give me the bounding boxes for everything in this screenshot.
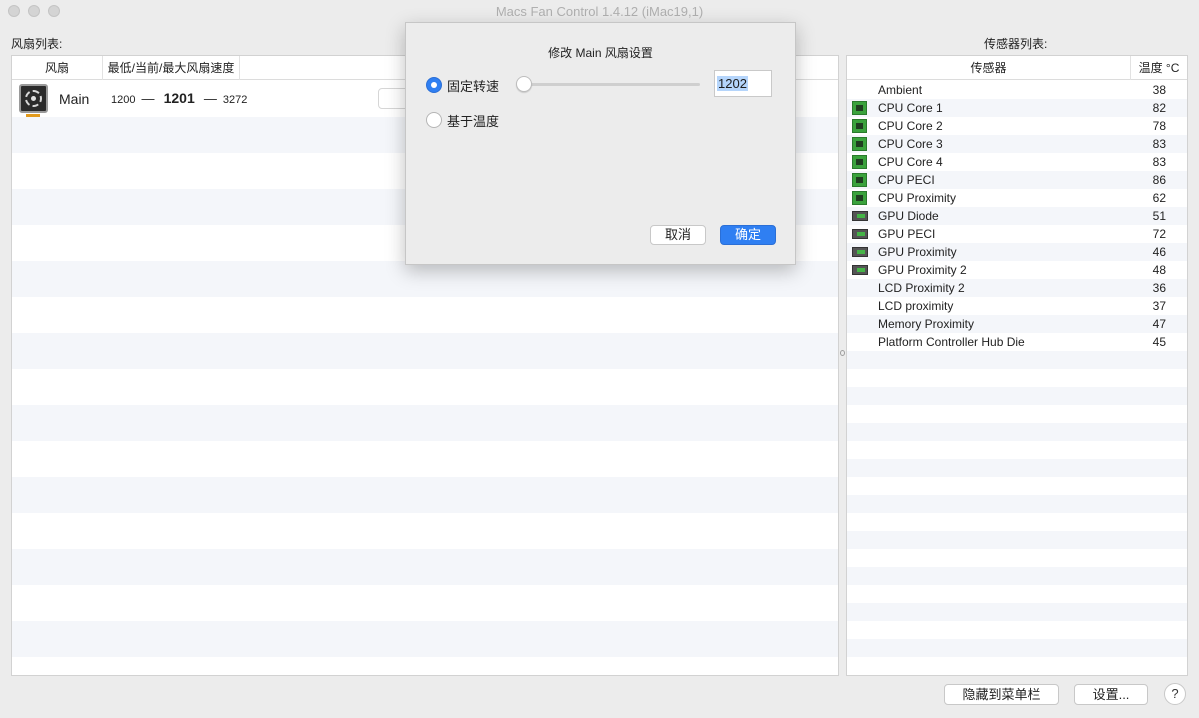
sensor-temperature: 62 xyxy=(1152,191,1166,205)
sensor-temperature: 72 xyxy=(1152,227,1166,241)
speed-slider-knob[interactable] xyxy=(516,76,532,92)
fixed-speed-label[interactable]: 固定转速 xyxy=(447,76,499,95)
title-bar: Macs Fan Control 1.4.12 (iMac19,1) xyxy=(0,0,1199,24)
sensor-name: CPU PECI xyxy=(878,173,935,187)
column-header-fan[interactable]: 风扇 xyxy=(12,56,103,80)
sensor-table[interactable]: 传感器 温度 °C Ambient 38 CPU Core 1 82 CPU Core … xyxy=(846,55,1188,676)
fan-status-indicator xyxy=(26,114,40,117)
table-row[interactable]: GPU Proximity 46 xyxy=(847,243,1187,261)
table-row[interactable]: Platform Controller Hub Die 45 xyxy=(847,333,1187,351)
sensor-name: CPU Core 2 xyxy=(878,119,943,133)
sensor-name: CPU Core 1 xyxy=(878,101,943,115)
sensor-table-header: 传感器 温度 °C xyxy=(847,56,1187,80)
table-row[interactable]: CPU Core 1 82 xyxy=(847,99,1187,117)
fan-speeds: 1200 — 1201 — 3272 xyxy=(111,90,247,106)
sensor-table-body: Ambient 38 CPU Core 1 82 CPU Core 2 78 CPU Cor… xyxy=(847,81,1187,657)
ok-button[interactable]: 确定 xyxy=(720,225,776,245)
sensor-temperature: 45 xyxy=(1152,335,1166,349)
table-row[interactable]: GPU PECI 72 xyxy=(847,225,1187,243)
fan-settings-dialog: 修改 Main 风扇设置 固定转速 1202 基于温度 取消 确定 xyxy=(405,22,796,265)
sensor-name: Memory Proximity xyxy=(878,317,975,331)
help-button[interactable]: ? xyxy=(1164,683,1186,705)
table-row[interactable]: CPU Proximity 62 xyxy=(847,189,1187,207)
sensor-temperature: 48 xyxy=(1152,263,1166,277)
temperature-based-radio[interactable] xyxy=(426,112,442,128)
table-row[interactable]: GPU Diode 51 xyxy=(847,207,1187,225)
sensor-temperature: 36 xyxy=(1152,281,1166,295)
hide-to-menubar-button[interactable]: 隐藏到菜单栏 xyxy=(944,684,1059,705)
sensor-temperature: 86 xyxy=(1152,173,1166,187)
sensor-temperature: 78 xyxy=(1152,119,1166,133)
dialog-title: 修改 Main 风扇设置 xyxy=(548,46,653,60)
gpu-card-icon xyxy=(852,247,868,257)
sensor-name: CPU Core 3 xyxy=(878,137,943,151)
table-row[interactable]: CPU Core 3 83 xyxy=(847,135,1187,153)
table-row[interactable]: LCD proximity 37 xyxy=(847,297,1187,315)
sensor-name: CPU Core 4 xyxy=(878,155,943,169)
sensor-temperature: 46 xyxy=(1152,245,1166,259)
table-row[interactable]: Memory Proximity 47 xyxy=(847,315,1187,333)
gpu-card-icon xyxy=(852,229,868,239)
speed-input-value: 1202 xyxy=(717,76,748,91)
column-header-sensor[interactable]: 传感器 xyxy=(847,56,1131,80)
cpu-chip-icon xyxy=(852,137,867,151)
sensor-name: GPU PECI xyxy=(878,227,936,241)
table-row[interactable]: LCD Proximity 2 36 xyxy=(847,279,1187,297)
sensor-name: CPU Proximity xyxy=(878,191,957,205)
table-row[interactable]: CPU Core 4 83 xyxy=(847,153,1187,171)
cpu-chip-icon xyxy=(852,101,867,115)
sensor-temperature: 37 xyxy=(1152,299,1166,313)
fan-icon xyxy=(19,84,48,113)
cpu-chip-icon xyxy=(852,155,867,169)
gpu-card-icon xyxy=(852,211,868,221)
fixed-speed-radio[interactable] xyxy=(426,77,442,93)
fan-name: Main xyxy=(59,91,90,107)
sensor-temperature: 51 xyxy=(1152,209,1166,223)
sensor-name: GPU Proximity xyxy=(878,245,957,259)
sensor-name: Ambient xyxy=(878,83,923,97)
speed-separator: — xyxy=(203,91,217,106)
cpu-chip-icon xyxy=(852,173,867,187)
cancel-button[interactable]: 取消 xyxy=(650,225,706,245)
sensor-temperature: 83 xyxy=(1152,155,1166,169)
sensor-name: LCD proximity xyxy=(878,299,954,313)
fan-max-speed: 3272 xyxy=(222,94,248,106)
sensor-name: Platform Controller Hub Die xyxy=(878,335,1025,349)
speed-separator: — xyxy=(141,91,155,106)
cpu-chip-icon xyxy=(852,119,867,133)
sensor-name: GPU Diode xyxy=(878,209,939,223)
table-row[interactable]: CPU PECI 86 xyxy=(847,171,1187,189)
column-header-speeds[interactable]: 最低/当前/最大风扇速度 xyxy=(103,56,240,80)
column-header-temperature[interactable]: 温度 °C xyxy=(1131,56,1187,80)
speed-slider-track[interactable] xyxy=(522,83,700,86)
table-row[interactable]: GPU Proximity 2 48 xyxy=(847,261,1187,279)
fan-current-speed: 1201 xyxy=(163,90,195,106)
table-row[interactable]: CPU Core 2 78 xyxy=(847,117,1187,135)
table-row[interactable]: Ambient 38 xyxy=(847,81,1187,99)
fan-list-label: 风扇列表: xyxy=(11,37,63,51)
sensor-temperature: 83 xyxy=(1152,137,1166,151)
panel-splitter-handle[interactable] xyxy=(840,350,845,356)
sensor-name: GPU Proximity 2 xyxy=(878,263,967,277)
sensor-name: LCD Proximity 2 xyxy=(878,281,965,295)
sensor-temperature: 47 xyxy=(1152,317,1166,331)
gpu-card-icon xyxy=(852,265,868,275)
window-title: Macs Fan Control 1.4.12 (iMac19,1) xyxy=(495,4,704,19)
fan-min-speed: 1200 xyxy=(111,94,136,106)
cpu-chip-icon xyxy=(852,191,867,205)
sensor-temperature: 82 xyxy=(1152,101,1166,115)
temperature-based-label[interactable]: 基于温度 xyxy=(447,111,499,130)
sensor-temperature: 38 xyxy=(1152,83,1166,97)
sensor-list-label: 传感器列表: xyxy=(984,37,1048,51)
settings-button[interactable]: 设置... xyxy=(1074,684,1148,705)
